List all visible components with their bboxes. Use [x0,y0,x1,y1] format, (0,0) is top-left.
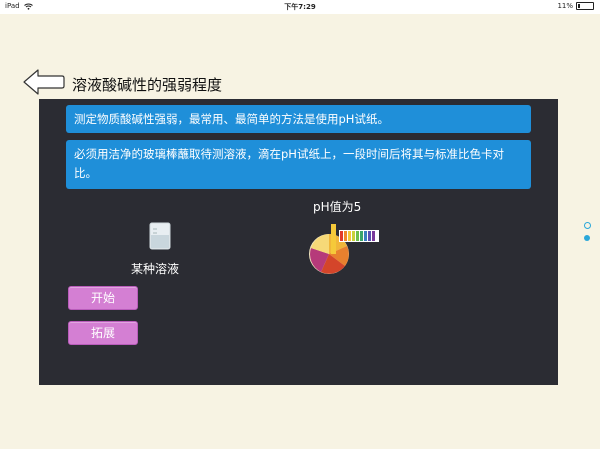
info-bubble-1: 测定物质酸碱性强弱，最常用、最简单的方法是使用pH试纸。 [66,105,531,133]
page-dot-2[interactable] [584,235,590,241]
battery-icon [576,2,594,10]
extend-button[interactable]: 拓展 [68,321,138,345]
clock: 下午7:29 [284,3,316,11]
solution-label: 某种溶液 [131,262,180,276]
status-bar: iPad 下午7:29 11% [0,0,600,14]
back-arrow-icon [23,69,65,95]
ph-color-chart-icon [309,224,379,274]
page-indicator [584,222,591,247]
battery-status: 11% [557,2,594,10]
battery-percent: 11% [557,2,573,10]
start-button[interactable]: 开始 [68,286,138,310]
page-dot-1[interactable] [584,222,591,229]
beaker-icon[interactable] [147,221,173,251]
back-button[interactable] [22,68,66,96]
experiment-stage: 测定物质酸碱性强弱，最常用、最简单的方法是使用pH试纸。 必须用洁净的玻璃棒蘸取… [39,99,558,385]
page-title: 溶液酸碱性的强弱程度 [72,76,223,94]
ph-result-label: pH值为5 [313,200,362,214]
info-bubble-2: 必须用洁净的玻璃棒蘸取待测溶液，滴在pH试纸上，一段时间后将其与标准比色卡对比。 [66,140,531,189]
